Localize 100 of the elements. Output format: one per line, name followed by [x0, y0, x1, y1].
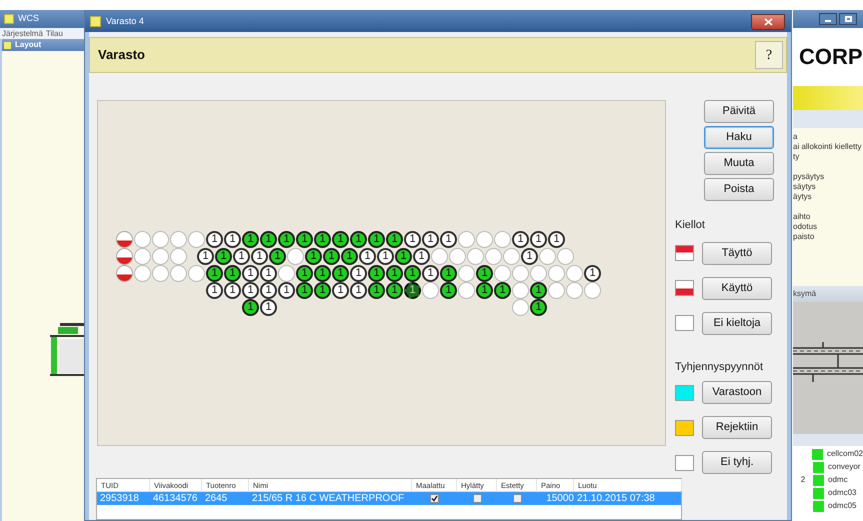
- reserved-slot[interactable]: 1: [422, 264, 439, 282]
- occupied-slot[interactable]: 1: [269, 248, 286, 264]
- reserved-slot[interactable]: 1: [260, 282, 277, 298]
- table-cell-text: 21.10.2015 07:38: [576, 492, 656, 505]
- reserved-slot[interactable]: 1: [242, 282, 259, 298]
- reserved-slot[interactable]: 1: [242, 264, 259, 282]
- reserved-slot[interactable]: 1: [377, 248, 394, 264]
- reserved-slot[interactable]: 1: [278, 282, 295, 298]
- restriction-button[interactable]: Ei kieltoja: [702, 312, 772, 334]
- occupied-slot[interactable]: 1: [341, 248, 358, 264]
- occupied-slot[interactable]: 1: [242, 298, 259, 316]
- table-checkbox[interactable]: [430, 494, 439, 503]
- reserved-slot[interactable]: 1: [440, 230, 457, 248]
- menu-item[interactable]: Järjestelmä: [2, 28, 43, 39]
- table-checkbox[interactable]: [472, 494, 482, 503]
- occupied-slot[interactable]: 1: [296, 230, 313, 248]
- reserved-slot[interactable]: 1: [512, 230, 529, 248]
- occupied-slot[interactable]: 1: [314, 282, 331, 298]
- occupied-slot[interactable]: 1: [395, 248, 412, 264]
- reserved-slot[interactable]: 1: [530, 230, 547, 248]
- reserved-slot[interactable]: 1: [206, 282, 223, 298]
- table-checkbox[interactable]: [512, 494, 522, 503]
- restriction-button[interactable]: Käyttö: [702, 276, 772, 300]
- reserved-slot[interactable]: 1: [260, 298, 277, 316]
- device-label: cellcom02: [826, 448, 863, 460]
- occupied-slot[interactable]: 1: [206, 264, 223, 282]
- occupied-slot[interactable]: 1: [476, 282, 493, 298]
- reserved-slot[interactable]: 1: [548, 230, 565, 248]
- status-text: ty: [793, 152, 800, 162]
- request-button[interactable]: Rejektiin: [702, 416, 772, 439]
- action-button[interactable]: Päivitä: [704, 100, 774, 123]
- toolbar-strip: [793, 110, 863, 128]
- occupied-slot[interactable]: 1: [368, 230, 385, 248]
- request-button[interactable]: Varastoon: [702, 381, 772, 404]
- occupied-slot[interactable]: 1: [440, 264, 457, 282]
- blocked-slot[interactable]: [116, 264, 133, 282]
- occupied-slot[interactable]: 1: [242, 230, 259, 248]
- occupied-slot[interactable]: 1: [215, 248, 232, 264]
- occupied-slot[interactable]: 1: [224, 264, 241, 282]
- occupied-slot[interactable]: 1: [314, 264, 331, 282]
- help-button[interactable]: ?: [755, 41, 783, 69]
- window-title: WCS: [18, 12, 39, 26]
- restriction-button[interactable]: Täyttö: [702, 242, 772, 264]
- status-text: paisto: [793, 232, 816, 242]
- reserved-slot[interactable]: 1: [413, 248, 430, 264]
- occupied-slot[interactable]: 1: [296, 264, 313, 282]
- reserved-slot[interactable]: 1: [359, 248, 376, 264]
- occupied-slot[interactable]: 1: [296, 282, 313, 298]
- occupied-slot[interactable]: 1: [530, 298, 547, 316]
- reserved-slot[interactable]: 1: [233, 248, 250, 264]
- reserved-slot[interactable]: 1: [332, 282, 349, 298]
- action-button[interactable]: Poista: [704, 178, 774, 201]
- occupied-slot[interactable]: 1: [368, 282, 385, 298]
- occupied-slot[interactable]: 1: [323, 248, 340, 264]
- occupied-slot[interactable]: 1: [332, 264, 349, 282]
- maximize-button[interactable]: [839, 13, 857, 25]
- occupied-slot[interactable]: 1: [386, 282, 403, 298]
- status-text: äytys: [793, 192, 813, 202]
- close-button[interactable]: [751, 14, 785, 30]
- occupied-slot[interactable]: 1: [350, 230, 367, 248]
- reserved-slot[interactable]: 1: [224, 282, 241, 298]
- occupied-slot[interactable]: 1: [305, 248, 322, 264]
- reserved-slot[interactable]: 1: [350, 282, 367, 298]
- fill-block-swatch: [675, 245, 694, 261]
- reserved-slot[interactable]: 1: [584, 264, 601, 282]
- action-button[interactable]: Muuta: [704, 152, 774, 175]
- occupied-slot[interactable]: 1: [386, 264, 403, 282]
- reserved-slot[interactable]: 1: [197, 248, 214, 264]
- selected-slot[interactable]: 1: [404, 282, 421, 298]
- reserved-slot[interactable]: 1: [224, 230, 241, 248]
- occupied-slot[interactable]: 1: [404, 264, 421, 282]
- device-label: odmc05: [828, 500, 856, 512]
- reserved-slot[interactable]: 1: [521, 248, 538, 264]
- section-title: Kiellot: [675, 218, 706, 233]
- occupied-slot[interactable]: 1: [314, 230, 331, 248]
- reserved-slot[interactable]: 1: [422, 230, 439, 248]
- reserved-slot[interactable]: 1: [404, 230, 421, 248]
- blocked-slot[interactable]: [116, 230, 133, 248]
- occupied-slot[interactable]: 1: [440, 282, 457, 298]
- menu-item[interactable]: Tilau: [46, 28, 63, 39]
- reserved-slot[interactable]: 1: [206, 230, 223, 248]
- reserved-slot[interactable]: 1: [251, 248, 268, 264]
- use-block-swatch: [675, 280, 694, 296]
- occupied-slot[interactable]: 1: [260, 230, 277, 248]
- occupied-slot[interactable]: 1: [494, 282, 511, 298]
- status-text: säytys: [793, 182, 817, 192]
- minimize-button[interactable]: [819, 13, 837, 25]
- occupied-slot[interactable]: 1: [386, 230, 403, 248]
- reserved-slot[interactable]: 1: [260, 264, 277, 282]
- action-button[interactable]: Haku: [704, 126, 774, 149]
- occupied-slot[interactable]: 1: [278, 230, 295, 248]
- occupied-slot[interactable]: 1: [368, 264, 385, 282]
- occupied-slot[interactable]: 1: [530, 282, 547, 298]
- request-button[interactable]: Ei tyhj.: [702, 451, 772, 474]
- close-icon: [764, 18, 772, 26]
- blocked-slot[interactable]: [116, 248, 133, 264]
- header-banner: [793, 86, 863, 110]
- occupied-slot[interactable]: 1: [476, 264, 493, 282]
- occupied-slot[interactable]: 1: [332, 230, 349, 248]
- reserved-slot[interactable]: 1: [350, 264, 367, 282]
